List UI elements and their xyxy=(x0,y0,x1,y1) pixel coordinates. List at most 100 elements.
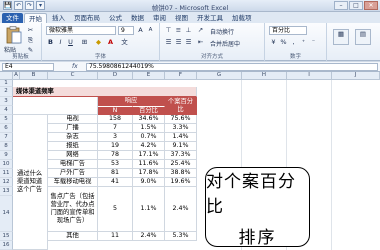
row-label[interactable]: 杂志 xyxy=(48,133,98,142)
minimize-button[interactable]: – xyxy=(334,1,348,10)
phonetic-icon[interactable]: 文 xyxy=(120,38,129,47)
orientation-icon[interactable]: ↗ xyxy=(196,26,205,35)
tab-data[interactable]: 数据 xyxy=(127,13,148,23)
row-header-3[interactable]: 3 xyxy=(0,97,13,106)
italic-icon[interactable]: I xyxy=(56,38,65,47)
group-label[interactable]: 通过什么渠道知道这个广告 xyxy=(13,115,48,250)
tab-formulas[interactable]: 公式 xyxy=(105,13,126,23)
row-pct[interactable]: 2.4% xyxy=(133,232,165,241)
tab-home[interactable]: 开始 xyxy=(24,13,47,23)
tab-page-layout[interactable]: 页面布局 xyxy=(70,13,104,23)
header-case-percent[interactable]: 个案百分 比 xyxy=(165,97,197,115)
tab-insert[interactable]: 插入 xyxy=(48,13,69,23)
column-header-c[interactable]: C xyxy=(48,72,98,80)
row-label[interactable]: 户外广告 xyxy=(48,169,98,178)
row-label[interactable]: 售点广告（包括营业厅、代办点门面的宣传单和现场广告） xyxy=(48,187,98,232)
row-pct[interactable]: 1.5% xyxy=(133,124,165,133)
formula-input[interactable]: 75.5980861244019% xyxy=(86,63,378,71)
column-header-e[interactable]: E xyxy=(133,72,165,80)
row-header-11[interactable]: 11 xyxy=(0,169,13,178)
table-title[interactable]: 媒体渠道频率 xyxy=(13,87,197,97)
column-header-d[interactable]: D xyxy=(98,72,133,80)
comma-style-icon[interactable]: , xyxy=(289,38,298,47)
font-name-select[interactable]: 微软雅黑 xyxy=(46,26,116,35)
row-pct[interactable]: 17.8% xyxy=(133,169,165,178)
header-pct[interactable]: 百分比 xyxy=(133,106,165,115)
borders-icon[interactable]: ⊞ xyxy=(80,38,89,47)
row-pct[interactable]: 4.2% xyxy=(133,142,165,151)
bold-icon[interactable]: B xyxy=(46,38,55,47)
decrease-indent-icon[interactable]: ⇤ xyxy=(196,38,205,47)
fill-color-icon[interactable]: ◆ xyxy=(94,38,103,47)
row-header-12[interactable]: 12 xyxy=(0,178,13,187)
row-pct[interactable]: 11.6% xyxy=(133,160,165,169)
row-header-14[interactable]: 14 xyxy=(0,196,13,232)
row-case-pct[interactable]: 2.4% xyxy=(165,187,197,232)
row-header-6[interactable]: 6 xyxy=(0,124,13,133)
row-case-pct[interactable]: 38.8% xyxy=(165,169,197,178)
percent-icon[interactable]: % xyxy=(279,38,288,47)
row-case-pct[interactable]: 25.4% xyxy=(165,160,197,169)
row-n[interactable]: 41 xyxy=(98,178,133,187)
align-center-icon[interactable]: ☰ xyxy=(174,38,183,47)
row-label[interactable]: 网络 xyxy=(48,151,98,160)
row-header-1[interactable]: 1 xyxy=(0,80,13,87)
row-n[interactable]: 81 xyxy=(98,169,133,178)
align-right-icon[interactable]: ☰ xyxy=(184,38,193,47)
row-n[interactable]: 19 xyxy=(98,142,133,151)
header-response[interactable]: 响应 xyxy=(98,97,165,106)
tab-view[interactable]: 视图 xyxy=(171,13,192,23)
row-header-5[interactable]: 5 xyxy=(0,115,13,124)
row-pct[interactable]: 9.0% xyxy=(133,178,165,187)
merge-center-button[interactable]: 合并后居中 xyxy=(210,39,240,48)
row-header-15[interactable]: 15 xyxy=(0,232,13,241)
row-case-pct[interactable]: 5.3% xyxy=(165,232,197,241)
row-header-16[interactable]: 16 xyxy=(0,241,13,250)
column-header-i[interactable]: I xyxy=(287,72,332,80)
decrease-decimal-icon[interactable]: ⁻ xyxy=(309,38,318,47)
row-case-pct[interactable]: 9.1% xyxy=(165,142,197,151)
worksheet-grid[interactable]: A B C D E F G H I J 1 2 3 4 5 6 7 8 9 10… xyxy=(0,72,380,250)
name-box[interactable]: E4 xyxy=(2,63,54,71)
align-top-icon[interactable]: ⊤ xyxy=(164,26,173,35)
row-n[interactable]: 3 xyxy=(98,133,133,142)
wrap-text-button[interactable]: 自动换行 xyxy=(210,27,234,36)
paste-icon[interactable] xyxy=(6,26,22,44)
row-header-10[interactable]: 10 xyxy=(0,160,13,169)
align-middle-icon[interactable]: ≡ xyxy=(174,26,183,35)
tab-addins[interactable]: 加载项 xyxy=(228,13,256,23)
restore-button[interactable]: □ xyxy=(349,1,363,10)
column-header-g[interactable]: G xyxy=(197,72,242,80)
row-header-8[interactable]: 8 xyxy=(0,142,13,151)
row-header-2[interactable]: 2 xyxy=(0,87,13,97)
row-header-9[interactable]: 9 xyxy=(0,151,13,160)
copy-icon[interactable]: ⎘ xyxy=(26,36,35,45)
row-n[interactable]: 53 xyxy=(98,160,133,169)
number-format-select[interactable]: 百分比 xyxy=(269,26,307,35)
conditional-format-icon[interactable]: ▦ xyxy=(333,29,349,45)
close-button[interactable]: ✕ xyxy=(364,1,378,10)
increase-decimal-icon[interactable]: ⁺ xyxy=(299,38,308,47)
row-header-13[interactable]: 13 xyxy=(0,187,13,196)
row-n[interactable]: 158 xyxy=(98,115,133,124)
align-bottom-icon[interactable]: ⊥ xyxy=(184,26,193,35)
row-case-pct[interactable]: 3.3% xyxy=(165,124,197,133)
row-label[interactable]: 电梯广告 xyxy=(48,160,98,169)
row-header-4[interactable]: 4 xyxy=(0,106,13,115)
row-pct[interactable]: 17.1% xyxy=(133,151,165,160)
cut-icon[interactable]: ✂ xyxy=(26,26,35,35)
row-label[interactable]: 其他 xyxy=(48,232,98,241)
font-color-icon[interactable]: A xyxy=(106,38,115,47)
row-case-pct[interactable]: 1.4% xyxy=(165,133,197,142)
align-left-icon[interactable]: ☰ xyxy=(164,38,173,47)
row-label[interactable]: 电视 xyxy=(48,115,98,124)
row-n[interactable]: 11 xyxy=(98,232,133,241)
row-pct[interactable]: 34.6% xyxy=(133,115,165,124)
row-label[interactable]: 广播 xyxy=(48,124,98,133)
insert-function-icon[interactable]: fx xyxy=(72,63,78,70)
underline-icon[interactable]: U xyxy=(66,38,75,47)
row-header-7[interactable]: 7 xyxy=(0,133,13,142)
header-blank[interactable] xyxy=(13,97,98,115)
tab-developer[interactable]: 开发工具 xyxy=(193,13,227,23)
column-header-f[interactable]: F xyxy=(165,72,197,80)
